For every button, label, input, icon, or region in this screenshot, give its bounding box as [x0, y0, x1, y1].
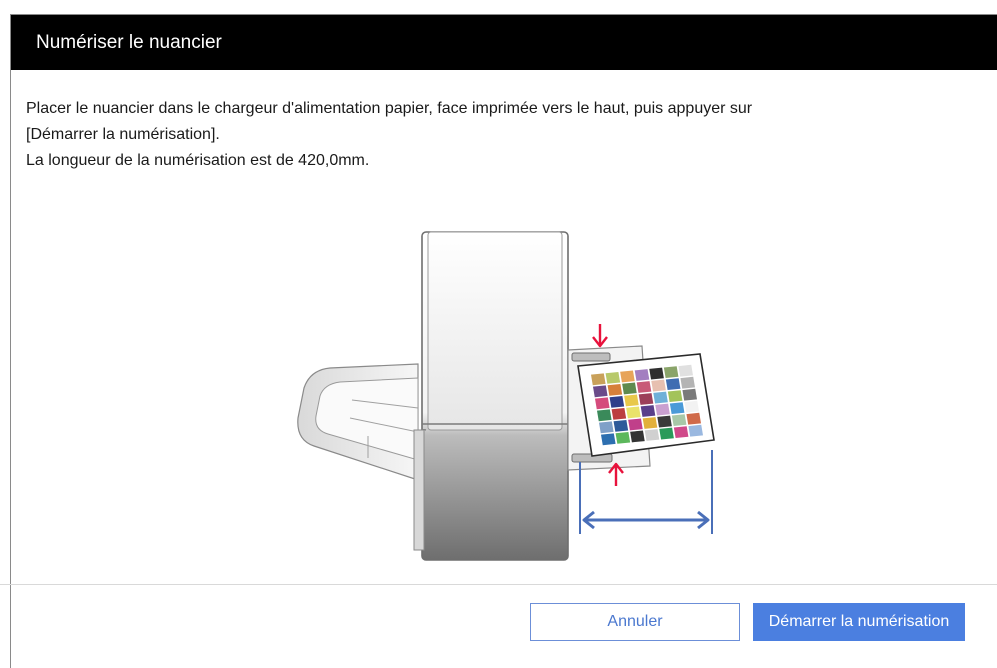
scanner-body [413, 231, 569, 561]
color-swatch [678, 364, 694, 377]
scanner-illustration [290, 218, 730, 563]
color-swatch [636, 381, 652, 393]
color-swatch [686, 412, 702, 425]
color-swatch [590, 373, 606, 386]
dialog-title-bar: Numériser le nuancier [11, 15, 997, 70]
color-swatch [630, 430, 645, 443]
instruction-message: Placer le nuancier dans le chargeur d'al… [26, 96, 976, 174]
color-swatch [653, 391, 668, 404]
color-swatch [615, 431, 631, 444]
instruction-line-1: Placer le nuancier dans le chargeur d'al… [26, 100, 753, 117]
color-swatch [634, 369, 650, 381]
color-swatch [682, 388, 698, 401]
color-swatch [655, 403, 670, 416]
color-swatch [611, 407, 627, 420]
color-swatch [644, 429, 660, 441]
color-swatch [665, 378, 681, 391]
color-swatch [620, 370, 635, 383]
color-swatch [626, 406, 641, 419]
color-swatch [598, 421, 614, 434]
color-swatch [624, 394, 639, 407]
color-swatch [605, 371, 621, 384]
color-swatch [600, 433, 616, 446]
color-swatch [667, 390, 683, 403]
color-swatch [669, 402, 685, 415]
instruction-line-2: [Démarrer la numérisation]. [26, 126, 220, 143]
instruction-line-3: La longueur de la numérisation est de 42… [26, 152, 370, 169]
color-swatch [663, 366, 679, 379]
color-swatch [607, 383, 623, 396]
color-swatch [657, 415, 672, 428]
color-swatch [684, 400, 700, 413]
scanner-icon [297, 231, 715, 561]
color-swatch [628, 418, 643, 431]
color-swatch [638, 393, 654, 405]
footer-divider [0, 584, 997, 585]
color-swatch [609, 395, 625, 408]
color-swatch [596, 409, 612, 422]
color-swatch [651, 379, 666, 392]
color-swatch [613, 419, 629, 432]
dialog-title: Numériser le nuancier [36, 32, 222, 53]
color-swatch [688, 424, 704, 437]
color-swatch [592, 385, 608, 398]
color-swatch [680, 376, 696, 389]
output-tray [297, 363, 419, 481]
color-swatch [622, 382, 637, 395]
color-swatch [649, 367, 664, 380]
color-swatch [594, 397, 610, 410]
color-swatch [659, 427, 674, 440]
color-swatch [642, 417, 658, 429]
start-scan-button[interactable]: Démarrer la numérisation [753, 603, 965, 641]
color-swatch [671, 414, 687, 427]
cancel-button[interactable]: Annuler [530, 603, 740, 641]
color-swatch [673, 426, 689, 439]
color-swatch [640, 405, 656, 417]
color-chart [577, 353, 715, 457]
